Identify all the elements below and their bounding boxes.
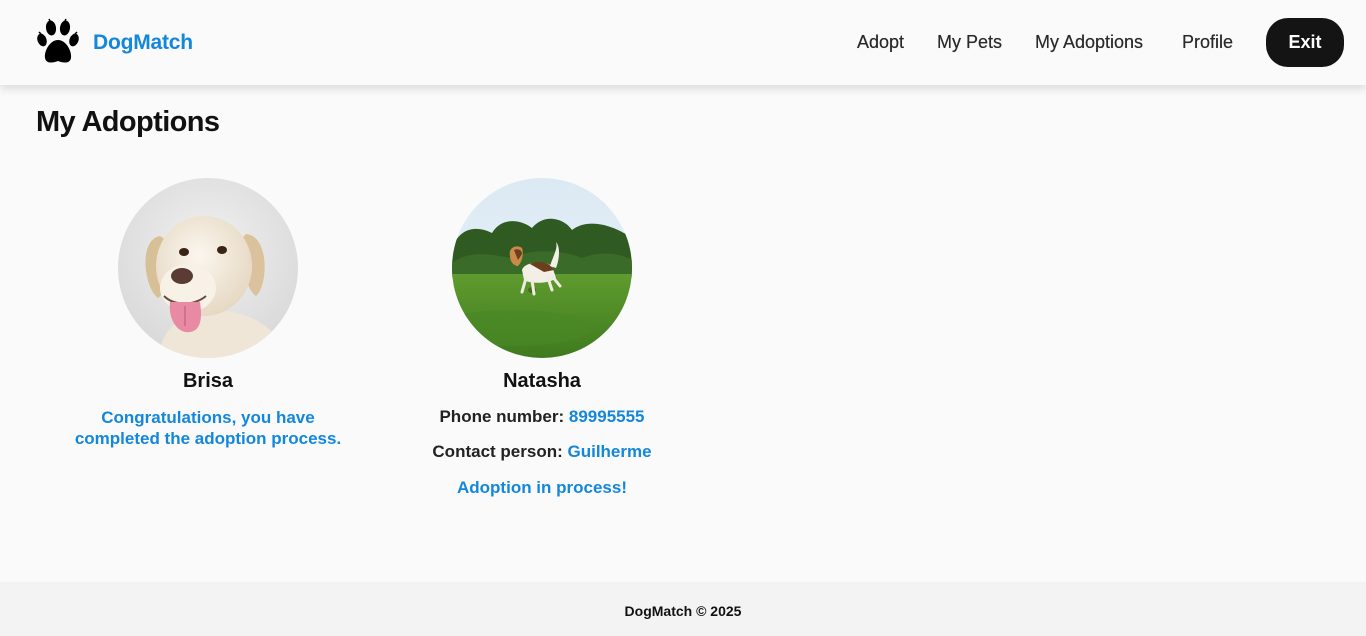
contact-label: Contact person: — [432, 442, 563, 461]
nav-link-my-pets[interactable]: My Pets — [937, 32, 1002, 53]
footer-text: DogMatch © 2025 — [624, 603, 742, 619]
footer: DogMatch © 2025 — [0, 582, 1366, 636]
pet-name: Brisa — [182, 370, 234, 392]
brand[interactable]: DogMatch — [36, 18, 193, 66]
contact-value: Guilherme — [567, 442, 652, 461]
nav-link-adopt[interactable]: Adopt — [857, 32, 904, 53]
exit-button[interactable]: Exit — [1266, 18, 1344, 67]
nav-link-my-adoptions[interactable]: My Adoptions — [1035, 32, 1143, 53]
brand-name: DogMatch — [93, 31, 193, 54]
labrador-photo — [118, 178, 298, 358]
nav-link-profile[interactable]: Profile — [1182, 32, 1233, 53]
pet-name: Natasha — [503, 370, 581, 392]
beagle-photo — [452, 178, 632, 358]
phone-value: 89995555 — [568, 407, 645, 426]
adoption-status: Adoption in process! — [457, 478, 627, 497]
paw-icon — [36, 18, 80, 66]
navbar: DogMatch Adopt My Pets My Adoptions Prof… — [0, 0, 1366, 85]
phone-row: Phone number: 89995555 — [392, 407, 692, 427]
adoption-status: Congratulations, you have completed the … — [74, 408, 342, 448]
page-title: My Adoptions — [36, 106, 220, 138]
phone-label: Phone number: — [439, 407, 565, 426]
contact-row: Contact person: Guilherme — [392, 442, 692, 462]
